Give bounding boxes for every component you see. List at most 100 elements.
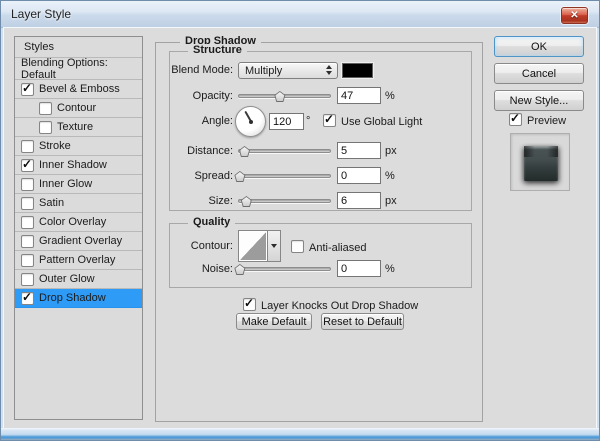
contour-dropdown-button[interactable] [268, 230, 281, 262]
blend-mode-label: Blend Mode: [171, 64, 233, 76]
cancel-button[interactable]: Cancel [494, 63, 584, 84]
sidebar-item-bevel-emboss[interactable]: Bevel & Emboss [15, 80, 142, 99]
ok-button[interactable]: OK [494, 36, 584, 57]
preview-label: Preview [527, 115, 567, 127]
sidebar-item-label: Stroke [39, 140, 71, 152]
sidebar-item-label: Inner Shadow [39, 159, 107, 171]
distance-input[interactable] [337, 142, 381, 159]
sidebar-item-blending-options[interactable]: Blending Options: Default [15, 56, 142, 81]
sidebar-item-color-overlay[interactable]: Color Overlay [15, 213, 142, 232]
style-items-container: Bevel & Emboss Contour Texture Stroke Inner … [15, 80, 142, 308]
sidebar-item-gradient-overlay[interactable]: Gradient Overlay [15, 232, 142, 251]
style-enable-checkbox[interactable] [21, 177, 34, 191]
style-enable-checkbox[interactable] [21, 215, 34, 229]
size-slider-thumb[interactable] [240, 196, 252, 207]
size-slider-track[interactable] [238, 199, 331, 203]
noise-label: Noise: [201, 263, 233, 275]
chevron-updown-icon [326, 65, 332, 75]
quality-group: Quality [169, 216, 472, 288]
use-global-light-checkbox[interactable] [323, 113, 336, 127]
anti-aliased-checkbox[interactable] [291, 240, 304, 253]
size-input[interactable] [337, 192, 381, 209]
style-enable-checkbox[interactable] [39, 120, 52, 134]
style-enable-checkbox[interactable] [39, 101, 52, 115]
quality-group-title: Quality [188, 216, 236, 228]
titlebar[interactable]: Layer Style ✕ [1, 1, 599, 28]
sidebar-item-label: Contour [57, 102, 97, 114]
noise-slider[interactable] [234, 262, 331, 276]
drop-shadow-panel: Drop Shadow Structure Quality Blend Mode… [155, 35, 483, 422]
sidebar-item-label: Texture [57, 121, 94, 133]
distance-slider-thumb[interactable] [239, 146, 250, 157]
window-title: Layer Style [11, 7, 72, 21]
style-enable-checkbox[interactable] [21, 158, 34, 172]
distance-label: Distance: [187, 145, 233, 157]
opacity-slider-thumb[interactable] [274, 91, 286, 102]
sidebar-item-pattern-overlay[interactable]: Pattern Overlay [15, 251, 142, 270]
close-button[interactable]: ✕ [561, 7, 588, 24]
sidebar-item-inner-glow[interactable]: Inner Glow [15, 175, 142, 194]
noise-slider-track[interactable] [238, 267, 331, 271]
blend-mode-select[interactable]: Multiply [238, 62, 338, 79]
spread-unit: % [385, 170, 395, 182]
opacity-unit: % [385, 90, 395, 102]
blending-options-label: Blending Options: Default [21, 56, 108, 81]
sidebar-item-label: Pattern Overlay [39, 254, 116, 266]
layer-knocks-out-checkbox[interactable] [243, 297, 256, 311]
preview-checkbox[interactable] [509, 112, 522, 126]
style-enable-checkbox[interactable] [21, 196, 34, 210]
sidebar-item-contour[interactable]: Contour [15, 99, 142, 118]
style-enable-checkbox[interactable] [21, 234, 34, 248]
sidebar-item-texture[interactable]: Texture [15, 118, 142, 137]
sidebar-item-label: Drop Shadow [39, 292, 106, 304]
spread-input[interactable] [337, 167, 381, 184]
sidebar-item-satin[interactable]: Satin [15, 194, 142, 213]
window-frame-bottom [1, 428, 599, 440]
noise-input[interactable] [337, 260, 381, 277]
distance-slider[interactable] [238, 144, 331, 158]
opacity-input[interactable] [337, 87, 381, 104]
sidebar-item-label: Bevel & Emboss [39, 83, 120, 95]
distance-slider-track[interactable] [238, 149, 331, 153]
spread-slider-track[interactable] [238, 174, 331, 178]
sidebar-item-label: Color Overlay [39, 216, 107, 228]
sidebar-item-label: Satin [39, 197, 65, 209]
sidebar-item-stroke[interactable]: Stroke [15, 137, 142, 156]
style-enable-checkbox[interactable] [21, 139, 34, 153]
dialog-body: Styles Blending Options: Default Bevel &… [4, 28, 596, 428]
contour-thumbnail[interactable] [238, 230, 268, 262]
layer-knocks-out-label: Layer Knocks Out Drop Shadow [261, 300, 419, 312]
noise-unit: % [385, 263, 395, 275]
angle-dial[interactable] [235, 106, 266, 137]
style-enable-checkbox[interactable] [21, 82, 34, 96]
blend-mode-value: Multiply [245, 64, 283, 77]
anti-aliased-label: Anti-aliased [309, 242, 367, 254]
size-label: Size: [208, 195, 233, 207]
style-enable-checkbox[interactable] [21, 291, 34, 305]
preview-thumbnail-well [510, 133, 570, 191]
sidebar-item-inner-shadow[interactable]: Inner Shadow [15, 156, 142, 175]
preview-style-swatch [524, 146, 558, 181]
use-global-light-label: Use Global Light [341, 116, 423, 128]
make-default-button[interactable]: Make Default [236, 313, 312, 330]
angle-unit: ° [306, 115, 311, 127]
spread-slider[interactable] [234, 169, 331, 183]
spread-label: Spread: [194, 170, 233, 182]
new-style-button[interactable]: New Style... [494, 90, 584, 111]
sidebar-item-label: Outer Glow [39, 273, 95, 285]
angle-label: Angle: [201, 115, 233, 127]
contour-label: Contour: [190, 240, 233, 252]
size-slider[interactable] [238, 194, 331, 208]
style-enable-checkbox[interactable] [21, 272, 34, 286]
opacity-slider[interactable] [238, 89, 331, 103]
sidebar-item-label: Inner Glow [39, 178, 93, 190]
reset-to-default-button[interactable]: Reset to Default [321, 313, 404, 330]
shadow-color-swatch[interactable] [342, 63, 373, 78]
sidebar-item-outer-glow[interactable]: Outer Glow [15, 270, 142, 289]
style-enable-checkbox[interactable] [21, 253, 34, 267]
sidebar-item-drop-shadow[interactable]: Drop Shadow [15, 289, 142, 308]
styles-header: Styles [15, 37, 142, 58]
sidebar-item-label: Gradient Overlay [39, 235, 123, 247]
structure-group-title: Structure [188, 44, 247, 56]
angle-input[interactable] [269, 113, 304, 130]
